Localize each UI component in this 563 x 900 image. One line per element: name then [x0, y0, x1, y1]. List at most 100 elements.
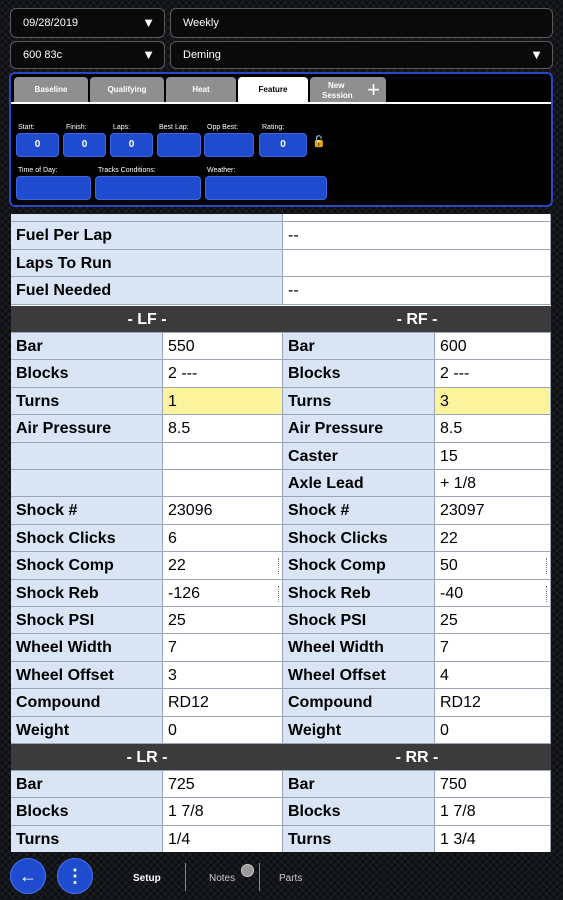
lf-row-value[interactable]: 25	[163, 607, 283, 635]
lr-title: - LR -	[11, 744, 283, 771]
finish-field[interactable]: 0	[63, 133, 106, 157]
rf-row-value[interactable]: 2 ---	[435, 360, 551, 388]
opp-best-field[interactable]	[204, 133, 254, 157]
track-value: Deming	[183, 49, 221, 61]
resize-handle[interactable]	[278, 558, 279, 575]
lf-row-label: Shock Comp	[11, 552, 163, 580]
lf-row-value[interactable]: 2 ---	[163, 360, 283, 388]
resize-handle[interactable]	[546, 585, 547, 602]
lr-row-value[interactable]: 1 7/8	[163, 798, 283, 826]
tab-qualifying[interactable]: Qualifying	[90, 77, 164, 103]
resize-handle[interactable]	[546, 558, 547, 575]
rating-label: Rating:	[262, 124, 285, 131]
car-dropdown[interactable]: 600 83c ▼	[10, 41, 165, 69]
laps-to-run-value[interactable]	[283, 249, 551, 278]
nav-parts[interactable]: Parts	[279, 873, 302, 884]
rf-row-value[interactable]: 3	[435, 387, 551, 416]
event-type-dropdown[interactable]: Weekly	[170, 8, 553, 38]
lf-row-label: Shock #	[11, 497, 163, 525]
rf-row-value[interactable]: 0	[435, 716, 551, 744]
nav-notes[interactable]: Notes	[209, 873, 235, 884]
laps-to-run-label: Laps To Run	[11, 249, 283, 278]
fuel-per-lap-value[interactable]: --	[283, 222, 551, 250]
lr-row-value[interactable]: 1/4	[163, 825, 283, 852]
rf-row-value[interactable]: 7	[435, 634, 551, 662]
weather-field[interactable]	[205, 176, 327, 200]
table-row: Compound RD12 Compound RD12	[11, 689, 551, 717]
lf-row-value[interactable]: 22	[163, 552, 283, 580]
new-session-button[interactable]: New Session +	[310, 77, 386, 103]
start-label: Start:	[18, 124, 35, 131]
tab-heat[interactable]: Heat	[166, 77, 236, 103]
rf-row-value[interactable]: 8.5	[435, 415, 551, 443]
nav-setup[interactable]: Setup	[133, 873, 161, 884]
lf-row-value[interactable]	[163, 470, 283, 498]
table-row: Fuel Needed --	[11, 277, 551, 305]
lf-row-value[interactable]: 8.5	[163, 415, 283, 443]
rating-field[interactable]: 0	[259, 133, 307, 157]
lf-row-value[interactable]: 6	[163, 524, 283, 553]
lf-row-label: Shock Reb	[11, 579, 163, 607]
menu-button[interactable]: ⋮	[57, 858, 93, 894]
fuel-amount-value[interactable]	[283, 214, 551, 223]
rf-row-value[interactable]: RD12	[435, 689, 551, 717]
lf-row-value[interactable]: RD12	[163, 689, 283, 717]
lf-row-value[interactable]: 0	[163, 716, 283, 744]
lock-icon[interactable]: 🔓	[312, 135, 326, 148]
finish-label: Finish:	[66, 124, 87, 131]
rf-row-value[interactable]: 600	[435, 333, 551, 361]
lf-row-value[interactable]: -126	[163, 579, 283, 607]
table-row: Turns 1 Turns 3	[11, 387, 551, 416]
back-button[interactable]: ←	[10, 858, 46, 894]
plus-icon: +	[367, 77, 380, 102]
rf-row-value[interactable]: + 1/8	[435, 470, 551, 498]
laps-field[interactable]: 0	[110, 133, 153, 157]
lr-row-label: Blocks	[11, 798, 163, 826]
table-row: Bar 725 Bar 750	[11, 771, 551, 799]
rf-row-label: Compound	[283, 689, 435, 717]
track-conditions-field[interactable]	[95, 176, 201, 200]
rr-row-label: Turns	[283, 825, 435, 852]
rf-row-label: Bar	[283, 333, 435, 361]
time-of-day-field[interactable]	[16, 176, 91, 200]
rr-title: - RR -	[283, 744, 551, 771]
rf-row-value[interactable]: 15	[435, 442, 551, 470]
rear-section-header: - LR - - RR -	[11, 744, 551, 771]
best-lap-field[interactable]	[157, 133, 201, 157]
rf-row-value[interactable]: 50	[435, 552, 551, 580]
lf-row-value[interactable]: 23096	[163, 497, 283, 525]
date-dropdown[interactable]: 09/28/2019 ▼	[10, 8, 165, 38]
table-row: Fuel Per Lap --	[11, 222, 551, 250]
rf-row-label: Blocks	[283, 360, 435, 388]
rr-row-value[interactable]: 1 7/8	[435, 798, 551, 826]
rf-row-value[interactable]: 4	[435, 661, 551, 690]
rf-row-value[interactable]: 23097	[435, 497, 551, 525]
lf-row-label: Turns	[11, 387, 163, 416]
rf-row-value[interactable]: 25	[435, 607, 551, 635]
rf-row-value[interactable]: -40	[435, 579, 551, 607]
front-section-header: - LF - - RF -	[11, 306, 551, 333]
setup-grid[interactable]: Fuel Amen Fuel Per Lap -- Laps To Run Fu…	[11, 214, 551, 852]
rr-row-value[interactable]: 1 3/4	[435, 825, 551, 852]
tab-feature[interactable]: Feature	[238, 77, 308, 103]
table-row: Wheel Width 7 Wheel Width 7	[11, 634, 551, 662]
rr-row-value[interactable]: 750	[435, 771, 551, 799]
rf-row-value[interactable]: 22	[435, 524, 551, 553]
lf-row-value[interactable]: 550	[163, 333, 283, 361]
lf-row-value[interactable]: 7	[163, 634, 283, 662]
weather-label: Weather:	[207, 167, 236, 174]
laps-label: Laps:	[113, 124, 131, 131]
lr-row-value[interactable]: 725	[163, 771, 283, 799]
lf-row-value[interactable]	[163, 442, 283, 470]
lf-row-label	[11, 470, 163, 498]
nav-divider	[259, 863, 260, 891]
rf-row-label: Shock Clicks	[283, 524, 435, 553]
tab-baseline[interactable]: Baseline	[14, 77, 88, 103]
resize-handle[interactable]	[278, 585, 279, 602]
lf-row-value[interactable]: 3	[163, 661, 283, 690]
lf-row-value[interactable]: 1	[163, 387, 283, 416]
fuel-needed-value[interactable]: --	[283, 277, 551, 305]
lf-title: - LF -	[11, 306, 283, 333]
start-field[interactable]: 0	[16, 133, 59, 157]
track-dropdown[interactable]: Deming ▼	[170, 41, 553, 69]
